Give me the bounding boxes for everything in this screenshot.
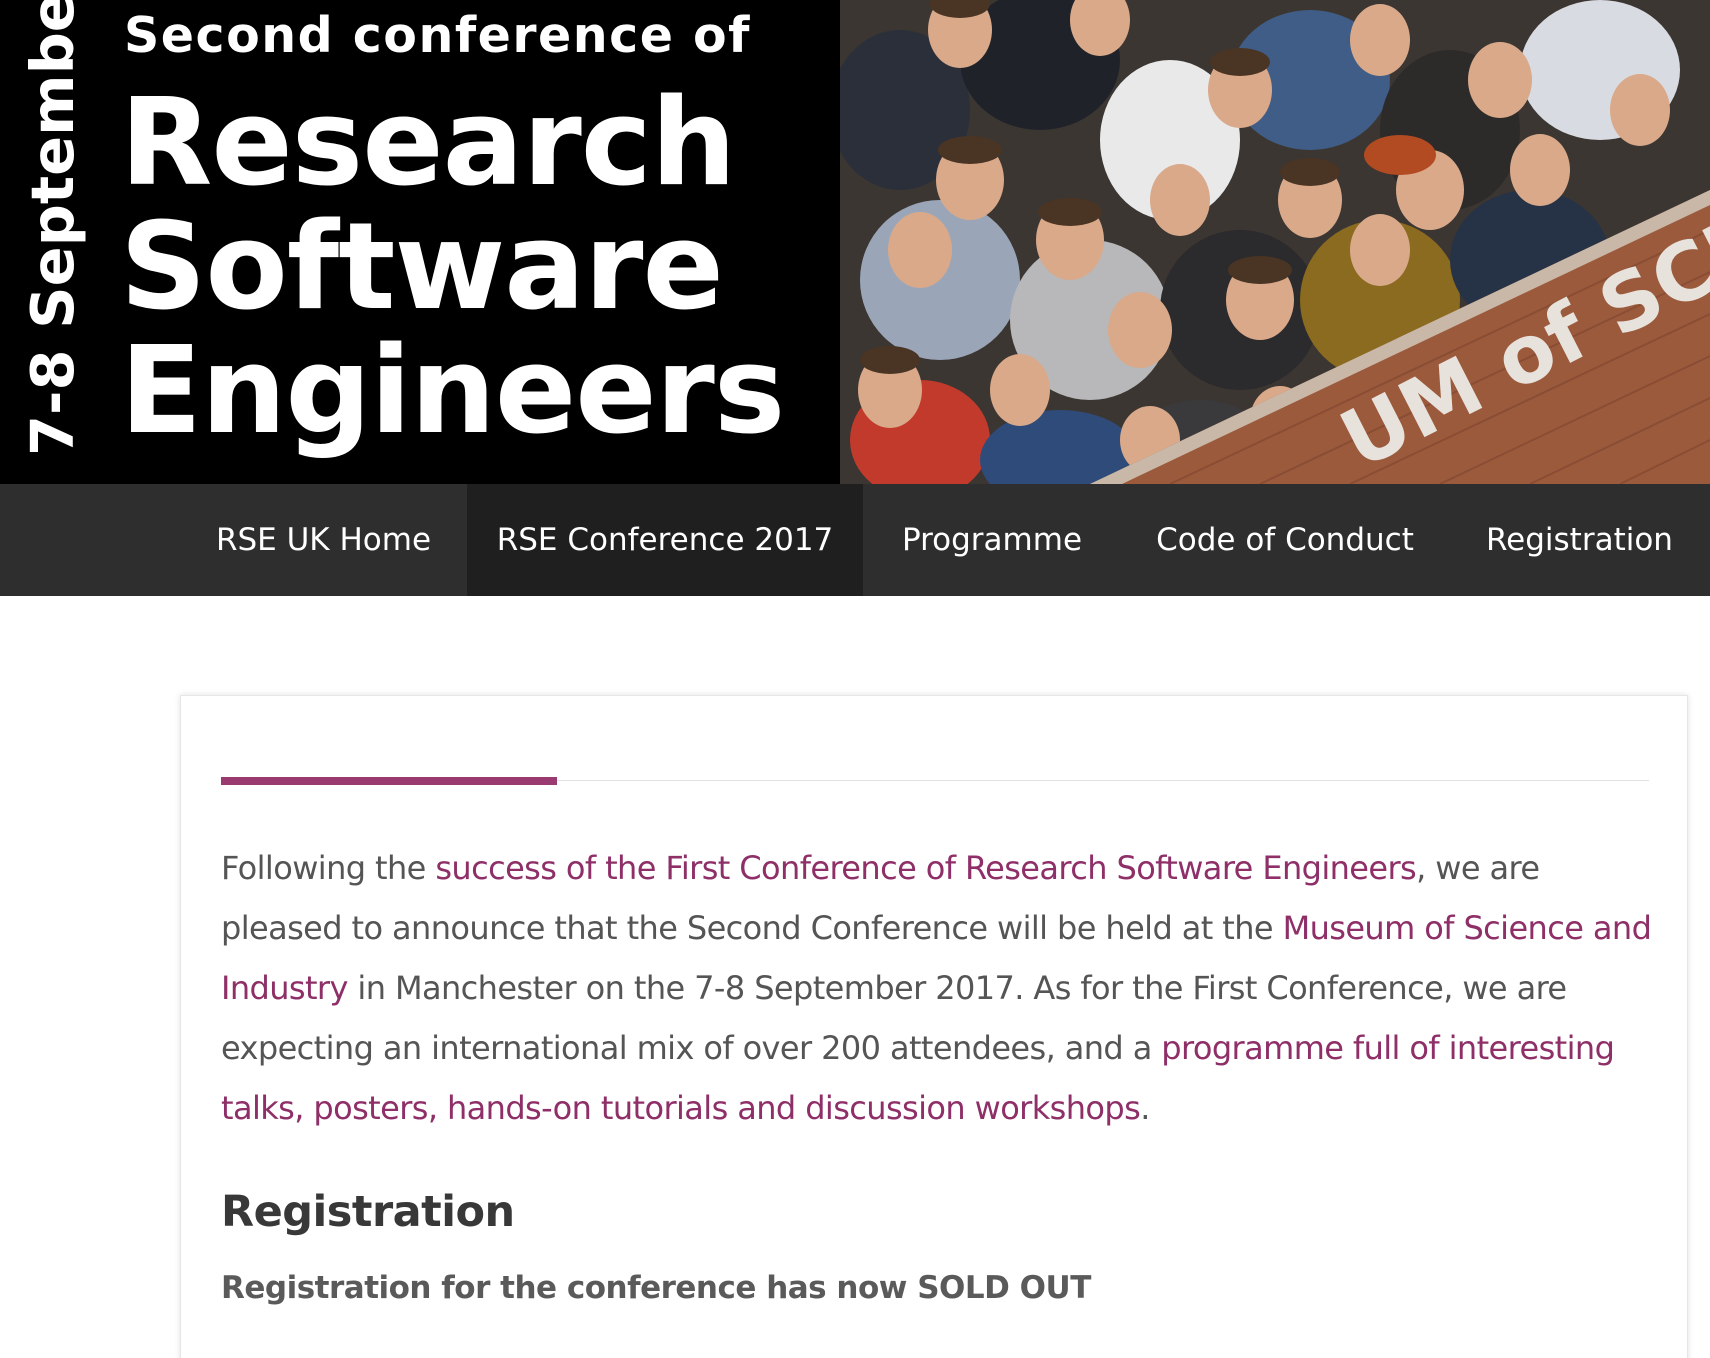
hero-banner: 7-8 September Second conference of Resea… [0, 0, 1710, 484]
hero-title-line-2: Software [120, 198, 724, 337]
hero-title-line-3: Engineers [120, 322, 785, 461]
section-divider-accent [221, 777, 557, 785]
nav-item-code-of-conduct[interactable]: Code of Conduct [1121, 484, 1449, 596]
nav-item-programme[interactable]: Programme [863, 484, 1121, 596]
hero-subtitle: Second conference of [124, 7, 751, 64]
intro-text-4: . [1140, 1089, 1150, 1127]
nav-item-registration[interactable]: Registration [1449, 484, 1710, 596]
main-nav: RSE UK Home RSE Conference 2017 Programm… [0, 484, 1710, 596]
hero-crowd-photo: UM of SCIE [840, 0, 1710, 484]
hero-title-panel: 7-8 September Second conference of Resea… [0, 0, 840, 484]
nav-item-rse-uk-home[interactable]: RSE UK Home [180, 484, 467, 596]
hero-title: Research Software Engineers [120, 74, 785, 461]
intro-paragraph: Following the success of the First Confe… [221, 838, 1661, 1138]
content-card: Following the success of the First Confe… [180, 695, 1688, 1358]
hero-title-line-1: Research [120, 74, 736, 213]
intro-text-1: Following the [221, 849, 436, 887]
hero-date: 7-8 September [18, 0, 87, 456]
nav-item-rse-conference-2017[interactable]: RSE Conference 2017 [467, 484, 863, 596]
first-conference-link[interactable]: success of the First Conference of Resea… [435, 849, 1416, 887]
registration-heading: Registration [221, 1187, 515, 1237]
registration-sold-out-text: Registration for the conference has now … [221, 1270, 1091, 1306]
